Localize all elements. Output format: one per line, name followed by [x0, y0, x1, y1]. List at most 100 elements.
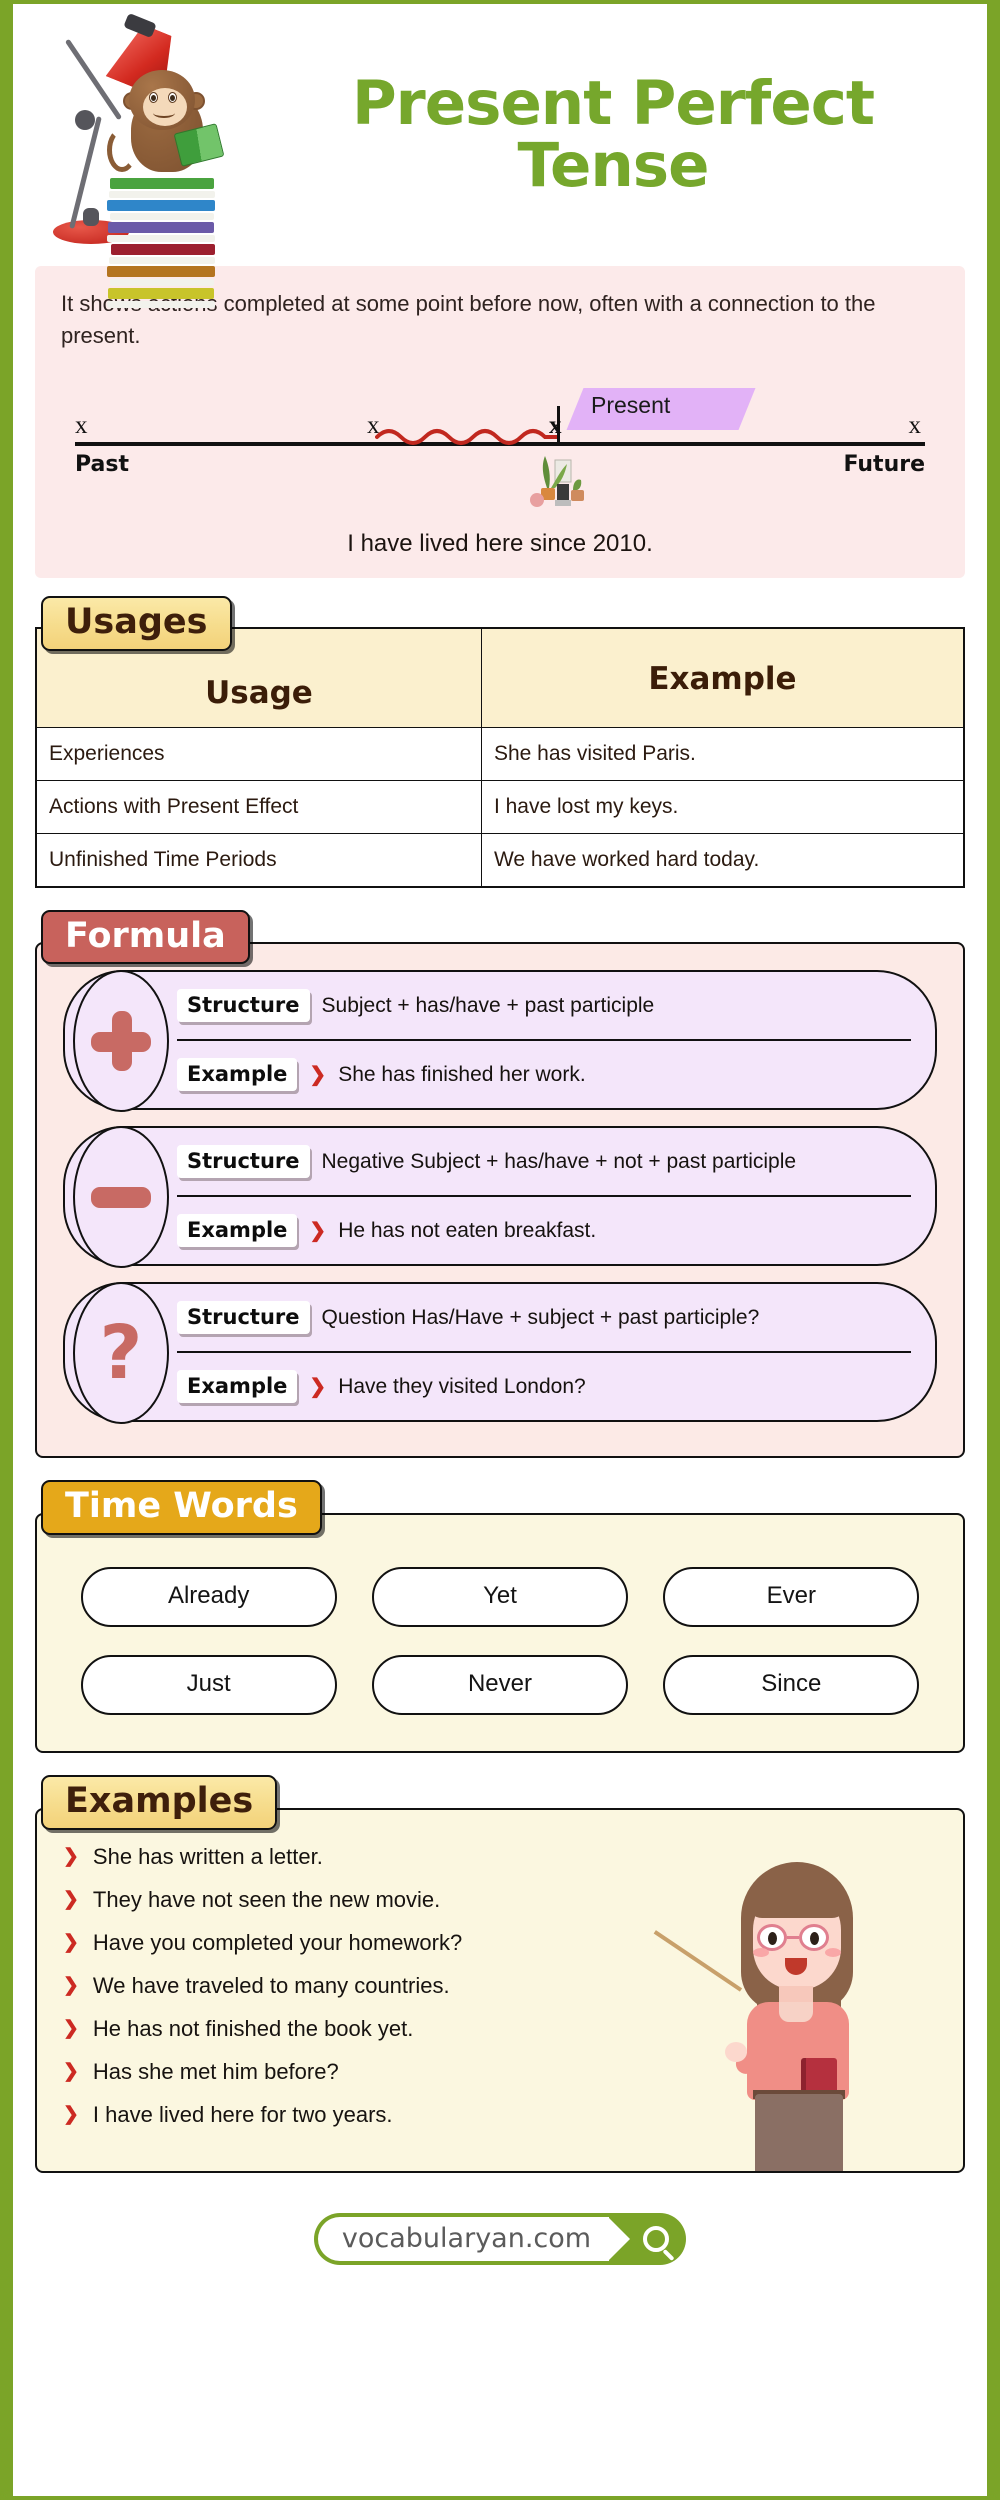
example-cell: She has visited Paris. — [480, 726, 965, 781]
examples-badge: Examples — [41, 1775, 278, 1830]
header: Present Perfect Tense — [35, 4, 965, 308]
arrow-bullet-icon: ❯ — [309, 1376, 327, 1399]
usages-badge: Usages — [41, 595, 232, 651]
formula-card-affirmative: Structure Subject + has/have + past part… — [63, 970, 937, 1113]
time-words-grid: Already Yet Ever Just Never Since — [77, 1567, 923, 1716]
question-mark-icon: ? — [99, 1309, 143, 1396]
list-item: ❯ I have lived here for two years. — [63, 2102, 605, 2128]
teacher-glasses-bridge-icon — [787, 1935, 799, 1939]
arrow-bullet-icon: ❯ — [309, 1064, 327, 1087]
teacher-hand-icon — [725, 2041, 747, 2062]
structure-text: Question Has/Have + subject + past parti… — [321, 1305, 760, 1329]
timeline-x-now: x — [549, 411, 562, 439]
time-word-pill[interactable]: Yet — [371, 1567, 628, 1628]
timeline-past-label: Past — [75, 451, 129, 477]
structure-text: Negative Subject + has/have + not + past… — [321, 1149, 797, 1173]
usage-cell: Actions with Present Effect — [35, 779, 482, 834]
example-sentence: Has she met him before? — [92, 2058, 339, 2084]
lamp-and-monkey-illustration — [35, 10, 265, 308]
formula-example-row: Example ❯ Have they visited London? — [177, 1353, 911, 1420]
example-sentence: Have you completed your homework? — [92, 1929, 463, 1955]
example-text: She has finished her work. — [338, 1062, 586, 1086]
page-title-line-2: Tense — [517, 130, 710, 201]
usages-panel: Usages Usage Example Experiences She has… — [35, 595, 965, 888]
example-tag: Example — [177, 1058, 298, 1092]
timeline-wavy-line-icon — [375, 428, 560, 445]
teacher-collar-icon — [779, 2001, 813, 2022]
example-sentence: He has not finished the book yet. — [92, 2015, 414, 2041]
example-tag: Example — [177, 1370, 298, 1404]
time-word-pill[interactable]: Never — [371, 1655, 628, 1716]
timeline-future-label: Future — [843, 451, 925, 477]
time-words-body: Already Yet Ever Just Never Since — [35, 1513, 965, 1754]
teacher-illustration — [653, 1861, 895, 2171]
monkey-mouth-icon — [153, 108, 175, 118]
arrow-bullet-icon: ❯ — [63, 1888, 79, 1910]
usage-cell: Unfinished Time Periods — [35, 832, 482, 888]
formula-panel: Formula Structure Subject + has/have + p… — [35, 909, 965, 1459]
example-text: He has not eaten breakfast. — [338, 1218, 597, 1242]
list-item: ❯ Have you completed your homework? — [63, 1930, 605, 1956]
time-words-badge: Time Words — [41, 1480, 322, 1536]
formula-example-row: Example ❯ He has not eaten breakfast. — [177, 1197, 911, 1264]
formula-icon-oval: ? — [73, 1282, 169, 1425]
formula-rows: Structure Negative Subject + has/have + … — [177, 1128, 935, 1264]
formula-badge: Formula — [41, 909, 250, 965]
pointer-stick-icon — [653, 1929, 743, 1992]
formula-structure-row: Structure Question Has/Have + subject + … — [177, 1284, 911, 1354]
example-sentence: I have lived here for two years. — [92, 2101, 393, 2127]
formula-rows: Structure Subject + has/have + past part… — [177, 972, 935, 1108]
teacher-glasses-right-icon — [799, 1923, 829, 1951]
description-panel: It shows actions completed at some point… — [35, 266, 965, 578]
list-item: ❯ He has not finished the book yet. — [63, 2016, 605, 2042]
list-item: ❯ We have traveled to many countries. — [63, 1973, 605, 1999]
table-row: Actions with Present Effect I have lost … — [35, 779, 965, 834]
lamp-joint-icon — [75, 110, 95, 130]
arrow-bullet-icon: ❯ — [63, 1974, 79, 1996]
teacher-fringe-icon — [747, 1873, 847, 1918]
timeline-x-future: x — [908, 411, 922, 439]
formula-body: Structure Subject + has/have + past part… — [35, 942, 965, 1459]
site-logo-text: vocabularyan.com — [317, 2216, 610, 2261]
lamp-upper-arm-icon — [64, 38, 123, 121]
examples-panel: Examples ❯ She has written a letter. ❯ T… — [35, 1775, 965, 2173]
book-stack-icon — [107, 178, 217, 310]
site-logo[interactable]: vocabularyan.com — [313, 2212, 687, 2265]
formula-card-question: ? Structure Question Has/Have + subject … — [63, 1282, 937, 1425]
time-word-pill[interactable]: Already — [80, 1567, 337, 1628]
search-icon — [630, 2217, 682, 2261]
list-item: ❯ She has written a letter. — [63, 1844, 605, 1870]
formula-structure-row: Structure Subject + has/have + past part… — [177, 972, 911, 1042]
table-row: Unfinished Time Periods We have worked h… — [35, 832, 965, 888]
formula-rows: Structure Question Has/Have + subject + … — [177, 1284, 935, 1420]
lamp-neck-icon — [83, 208, 99, 226]
page-title-line-1: Present Perfect — [351, 67, 875, 139]
monkey-eye-right-icon — [168, 92, 177, 103]
arrow-bullet-icon: ❯ — [63, 2060, 79, 2082]
structure-text: Subject + has/have + past participle — [321, 993, 655, 1017]
examples-body: ❯ She has written a letter. ❯ They have … — [35, 1807, 965, 2173]
structure-tag: Structure — [177, 989, 310, 1023]
example-cell: I have lost my keys. — [480, 779, 965, 834]
teacher-cheek-left-icon — [753, 1947, 769, 1957]
usages-table: Usage Example Experiences She has visite… — [35, 626, 965, 888]
usage-cell: Experiences — [35, 726, 482, 781]
time-word-pill[interactable]: Ever — [663, 1567, 920, 1628]
list-item: ❯ Has she met him before? — [63, 2059, 605, 2085]
formula-example-row: Example ❯ She has finished her work. — [177, 1041, 911, 1108]
time-word-pill[interactable]: Just — [80, 1655, 337, 1716]
formula-icon-cell — [65, 970, 177, 1113]
example-cell: We have worked hard today. — [480, 832, 965, 888]
formula-card-negative: Structure Negative Subject + has/have + … — [63, 1126, 937, 1269]
example-text: Have they visited London? — [338, 1374, 586, 1398]
formula-icon-oval — [73, 1126, 169, 1269]
timeline-diagram: x x Present x x Past Future — [75, 382, 925, 522]
time-word-pill[interactable]: Since — [663, 1655, 920, 1716]
present-banner-label: Present — [591, 391, 671, 418]
formula-icon-oval — [73, 970, 169, 1113]
footer: vocabularyan.com — [35, 2195, 965, 2271]
list-item: ❯ They have not seen the new movie. — [63, 1887, 605, 1913]
formula-icon-cell — [65, 1126, 177, 1269]
table-row: Experiences She has visited Paris. — [35, 726, 965, 781]
house-plants-icon — [530, 455, 584, 507]
